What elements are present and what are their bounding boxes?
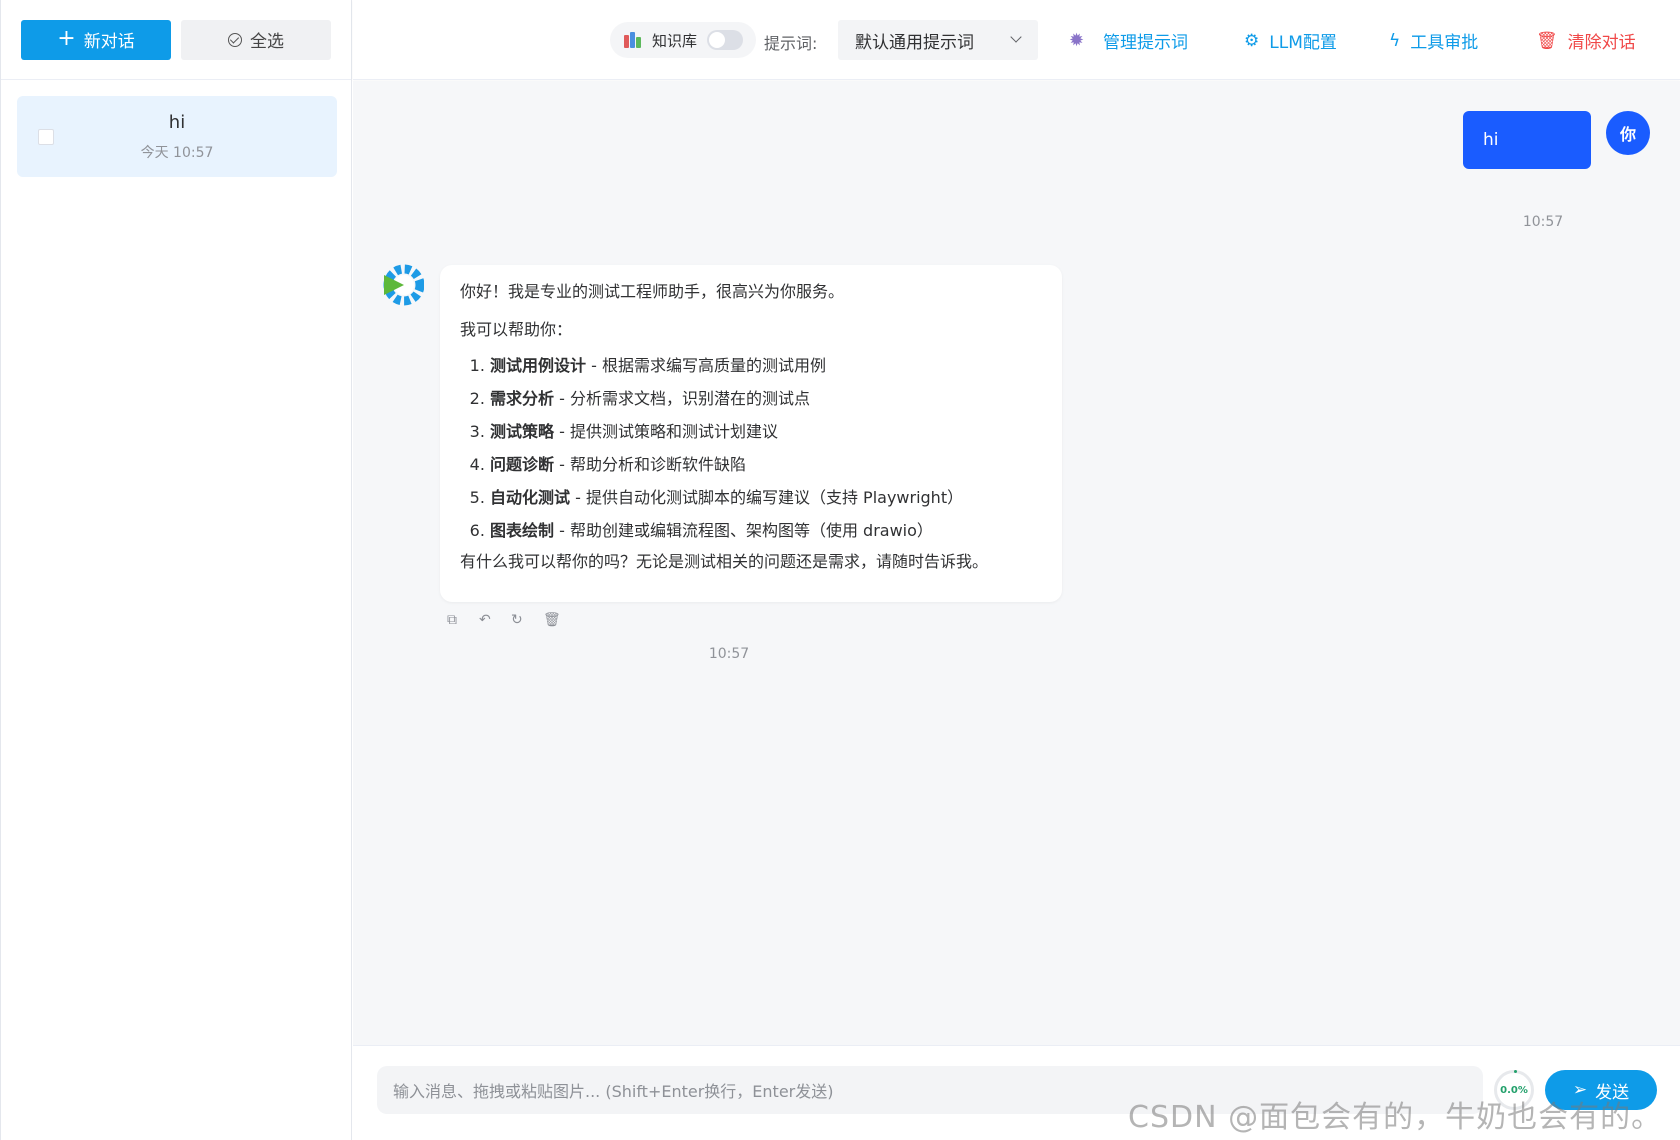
list-item: 测试用例设计 - 根据需求编写高质量的测试用例	[490, 355, 1042, 377]
list-item: 测试策略 - 提供测试策略和测试计划建议	[490, 421, 1042, 443]
manage-prompts-label: 管理提示词	[1103, 33, 1188, 53]
tool-approval-button[interactable]: ϟ 工具审批	[1389, 28, 1479, 54]
list-item-desc: - 分析需求文档，识别潜在的测试点	[554, 389, 810, 408]
context-usage-gauge: 0.0%	[1494, 1070, 1534, 1110]
send-icon: ➢	[1572, 1080, 1588, 1100]
select-all-label: 全选	[250, 32, 284, 52]
reply-icon[interactable]: ↶	[479, 613, 493, 627]
list-item-title: 测试用例设计	[490, 356, 587, 375]
delete-icon[interactable]: 🗑	[543, 613, 561, 627]
list-item: 问题诊断 - 帮助分析和诊断软件缺陷	[490, 454, 1042, 476]
conversation-title: hi	[168, 112, 186, 133]
top-toolbar: 知识库 提示词: 默认通用提示词 ✹ 管理提示词 ⚙ LLM配置 ϟ 工具审批 …	[353, 0, 1680, 80]
list-item-title: 测试策略	[490, 422, 555, 441]
send-label: 发送	[1595, 1082, 1630, 1103]
plus-icon: +	[57, 25, 76, 51]
user-message-bubble: hi	[1463, 111, 1591, 169]
list-item-title: 自动化测试	[490, 488, 571, 507]
settings-icon: ⚙	[1244, 30, 1260, 51]
assistant-message-bubble: 你好！我是专业的测试工程师助手，很高兴为你服务。 我可以帮助你： 测试用例设计 …	[440, 265, 1062, 602]
prompt-selected-value: 默认通用提示词	[855, 32, 974, 53]
clear-chat-button[interactable]: 🗑 清除对话	[1536, 28, 1636, 54]
list-item-title: 问题诊断	[490, 455, 555, 474]
clear-chat-label: 清除对话	[1567, 33, 1636, 53]
manage-prompts-button[interactable]: ✹ 管理提示词	[1069, 28, 1188, 53]
message-actions: ⧉ ↶ ↻ 🗑	[447, 613, 561, 627]
assistant-outro: 有什么我可以帮你的吗？无论是测试相关的问题还是需求，请随时告诉我。	[460, 552, 989, 571]
new-chat-button[interactable]: + 新对话	[21, 19, 171, 60]
input-bar: 输入消息、拖拽或粘贴图片... (Shift+Enter换行，Enter发送) …	[353, 1045, 1680, 1140]
chevron-down-icon	[1010, 31, 1022, 43]
message-input[interactable]: 输入消息、拖拽或粘贴图片... (Shift+Enter换行，Enter发送)	[377, 1066, 1483, 1114]
prompt-select[interactable]: 默认通用提示词	[838, 20, 1038, 60]
conversation-item[interactable]: hi 今天 10:57	[17, 96, 337, 177]
list-item-title: 需求分析	[490, 389, 555, 408]
assistant-capability-list: 测试用例设计 - 根据需求编写高质量的测试用例 需求分析 - 分析需求文档，识别…	[460, 355, 1042, 542]
list-item-title: 图表绘制	[490, 521, 555, 540]
assistant-intro: 你好！我是专业的测试工程师助手，很高兴为你服务。	[460, 282, 845, 301]
tool-approval-label: 工具审批	[1410, 33, 1479, 53]
llm-config-button[interactable]: ⚙ LLM配置	[1244, 28, 1337, 54]
regenerate-icon[interactable]: ↻	[511, 613, 525, 627]
assistant-avatar-logo-icon	[383, 264, 424, 306]
new-chat-label: 新对话	[83, 32, 135, 52]
list-item: 需求分析 - 分析需求文档，识别潜在的测试点	[490, 388, 1042, 410]
list-item-desc: - 提供测试策略和测试计划建议	[554, 422, 778, 441]
knowledge-base-label: 知识库	[652, 31, 698, 50]
send-button[interactable]: ➢ 发送	[1545, 1070, 1657, 1110]
check-circle-icon	[228, 32, 242, 47]
trash-icon: 🗑	[1536, 30, 1558, 51]
message-input-placeholder: 输入消息、拖拽或粘贴图片... (Shift+Enter换行，Enter发送)	[393, 1082, 834, 1101]
list-item-desc: - 提供自动化测试脚本的编写建议（支持 Playwright）	[570, 488, 964, 507]
user-avatar: 你	[1606, 111, 1650, 155]
chat-area: hi 你 10:57 你好！我是专业的测试工程师助手，很高兴为你服务。 我可以帮…	[353, 81, 1680, 1045]
copy-icon[interactable]: ⧉	[447, 613, 461, 627]
conversation-time: 今天 10:57	[140, 145, 214, 161]
llm-config-label: LLM配置	[1269, 33, 1337, 53]
list-item: 图表绘制 - 帮助创建或编辑流程图、架构图等（使用 drawio）	[490, 520, 1042, 542]
select-all-button[interactable]: 全选	[181, 19, 331, 60]
prompt-label: 提示词:	[764, 34, 818, 53]
sidebar-toolbar: + 新对话 全选	[1, 0, 351, 80]
list-item-desc: - 帮助分析和诊断软件缺陷	[554, 455, 746, 474]
context-usage-value: 0.0%	[1500, 1084, 1528, 1096]
books-icon	[624, 32, 642, 48]
list-item: 自动化测试 - 提供自动化测试脚本的编写建议（支持 Playwright）	[490, 487, 1042, 509]
gear-icon: ✹	[1069, 29, 1085, 51]
sidebar: + 新对话 全选 hi 今天 10:57	[0, 0, 352, 1140]
user-message-time: 10:57	[1522, 214, 1564, 230]
assistant-message-time: 10:57	[708, 646, 750, 662]
knowledge-base-toggle[interactable]: 知识库	[610, 22, 756, 58]
list-item-desc: - 帮助创建或编辑流程图、架构图等（使用 drawio）	[554, 521, 933, 540]
user-message-text: hi	[1483, 130, 1499, 150]
list-item-desc: - 根据需求编写高质量的测试用例	[586, 356, 826, 375]
lightning-icon: ϟ	[1389, 30, 1401, 51]
assistant-help-heading: 我可以帮助你：	[460, 320, 573, 339]
knowledge-base-switch[interactable]	[707, 30, 744, 50]
